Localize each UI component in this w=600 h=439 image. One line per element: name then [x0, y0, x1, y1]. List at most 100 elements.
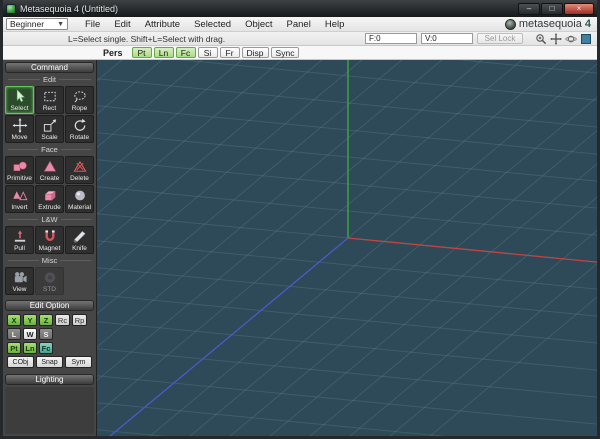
lasso-icon — [73, 91, 86, 103]
tab-fr[interactable]: Fr — [219, 47, 240, 58]
viewport-3d[interactable] — [97, 60, 597, 436]
command-panel: Command Edit Select Rect Rope Move Scale… — [3, 60, 97, 436]
edit-commands: Select Rect Rope Move Scale Rotate — [5, 86, 94, 143]
section-face: Face — [5, 145, 94, 154]
menu-selected[interactable]: Selected — [187, 17, 238, 31]
minimize-button[interactable]: – — [518, 2, 540, 15]
metasequoia-window: Metasequoia 4 (Untitled) – □ × Beginner … — [0, 0, 600, 439]
extrude-tool-button[interactable]: Extrude — [35, 185, 64, 213]
vertex-count-field: V:0 — [421, 33, 473, 44]
section-misc: Misc — [5, 256, 94, 265]
move-tool-button[interactable]: Move — [5, 115, 34, 143]
magnet-icon — [44, 230, 55, 241]
lw-commands: Pull Magnet Knife — [5, 226, 94, 254]
menubar: Beginner ▼ File Edit Attribute Selected … — [3, 17, 597, 32]
tab-disp[interactable]: Disp — [241, 47, 269, 58]
coord-mode-row: L W S — [7, 328, 92, 340]
axis-z-button[interactable]: Z — [39, 314, 53, 326]
scale-tool-button[interactable]: Scale — [35, 115, 64, 143]
window-controls: – □ × — [518, 2, 594, 15]
lighting-body — [5, 387, 94, 434]
viewport-grid — [97, 60, 597, 436]
metasequoia-logo-icon — [504, 18, 516, 30]
sel-lock-button[interactable]: Sel Lock — [477, 33, 523, 44]
mode-select-dropdown[interactable]: Beginner ▼ — [6, 18, 68, 30]
create-tool-button[interactable]: Create — [35, 156, 64, 184]
cobj-button[interactable]: CObj — [7, 356, 34, 368]
points-filter-button[interactable]: Pt — [7, 342, 21, 354]
element-filter-row: Pt Ln Fc — [7, 342, 92, 354]
misc-option-row: CObj Snap Sym — [7, 356, 92, 368]
titlebar: Metasequoia 4 (Untitled) – □ × — [3, 0, 597, 17]
shading-cube-icon[interactable] — [580, 33, 592, 45]
primitive-icon — [13, 161, 27, 171]
snap-button[interactable]: Snap — [36, 356, 63, 368]
view-tool-icons — [535, 32, 592, 45]
orbit-icon[interactable] — [565, 33, 577, 45]
select-tool-button[interactable]: Select — [5, 86, 34, 114]
lines-filter-button[interactable]: Ln — [23, 342, 37, 354]
menu-file[interactable]: File — [78, 17, 107, 31]
faces-filter-button[interactable]: Fc — [39, 342, 53, 354]
rect-tool-button[interactable]: Rect — [35, 86, 64, 114]
material-tool-button[interactable]: Material — [65, 185, 94, 213]
axis-buttons-row: X Y Z Rc Rp — [7, 314, 92, 326]
local-button[interactable]: L — [7, 328, 21, 340]
logo-version: 4 — [584, 18, 591, 30]
command-panel-header[interactable]: Command — [5, 62, 94, 73]
pull-icon — [14, 230, 25, 242]
magnet-tool-button[interactable]: Magnet — [35, 226, 64, 254]
menu-edit[interactable]: Edit — [107, 17, 137, 31]
main-area: Command Edit Select Rect Rope Move Scale… — [3, 60, 597, 436]
primitive-tool-button[interactable]: Primitive — [5, 156, 34, 184]
tab-lines[interactable]: Ln — [153, 47, 174, 58]
toolbar: L=Select single. Shift+L=Select with dra… — [3, 32, 597, 46]
std-toggle-button[interactable]: STD — [35, 267, 64, 295]
screen-button[interactable]: S — [39, 328, 53, 340]
menu-panel[interactable]: Panel — [280, 17, 318, 31]
knife-tool-button[interactable]: Knife — [65, 226, 94, 254]
tab-points[interactable]: Pt — [131, 47, 152, 58]
invert-face-icon — [12, 191, 27, 201]
mode-select-value: Beginner — [10, 19, 45, 29]
sym-button[interactable]: Sym — [65, 356, 92, 368]
misc-commands: View STD — [5, 267, 94, 295]
rope-tool-button[interactable]: Rope — [65, 86, 94, 114]
axis-x-button[interactable]: X — [7, 314, 21, 326]
close-button[interactable]: × — [564, 2, 594, 15]
view-mode-label: Pers — [103, 47, 123, 58]
section-edit: Edit — [5, 75, 94, 84]
hint-text: L=Select single. Shift+L=Select with dra… — [68, 33, 226, 44]
app-icon — [6, 3, 16, 14]
pull-tool-button[interactable]: Pull — [5, 226, 34, 254]
view-bar: Pers Pt Ln Fc Si Fr Disp Sync — [3, 46, 597, 60]
move-icon — [12, 118, 27, 133]
maximize-button[interactable]: □ — [541, 2, 563, 15]
rotate-tool-button[interactable]: Rotate — [65, 115, 94, 143]
rc-button[interactable]: Rc — [55, 314, 70, 326]
zoom-icon[interactable] — [535, 33, 547, 45]
menu-attribute[interactable]: Attribute — [138, 17, 187, 31]
menu-object[interactable]: Object — [238, 17, 279, 31]
tab-si[interactable]: Si — [197, 47, 218, 58]
view-tool-button[interactable]: View — [5, 267, 34, 295]
invert-tool-button[interactable]: Invert — [5, 185, 34, 213]
create-face-icon — [43, 160, 56, 172]
lighting-header[interactable]: Lighting — [5, 374, 94, 385]
rp-button[interactable]: Rp — [72, 314, 87, 326]
extrude-icon — [44, 190, 56, 201]
metasequoia-logo: metasequoia 4 — [504, 18, 594, 30]
rotate-icon — [74, 118, 86, 131]
std-icon — [44, 272, 55, 283]
tab-faces[interactable]: Fc — [175, 47, 196, 58]
chevron-down-icon: ▼ — [57, 20, 64, 28]
edit-option-body: X Y Z Rc Rp L W S Pt Ln Fc CObj Snap Sym — [5, 313, 94, 369]
pan-icon[interactable] — [550, 32, 562, 45]
world-button[interactable]: W — [23, 328, 37, 340]
edit-option-header[interactable]: Edit Option — [5, 300, 94, 311]
tab-sync[interactable]: Sync — [270, 47, 300, 58]
menu-help[interactable]: Help — [318, 17, 352, 31]
axis-y-button[interactable]: Y — [23, 314, 37, 326]
delete-tool-button[interactable]: Delete — [65, 156, 94, 184]
section-lw: L&W — [5, 215, 94, 224]
